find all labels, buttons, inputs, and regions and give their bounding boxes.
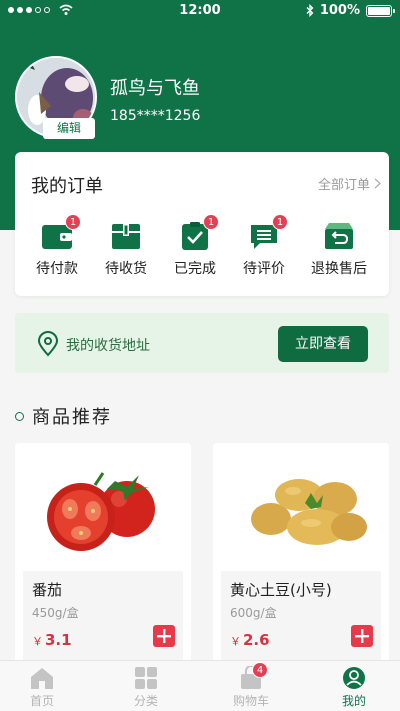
potato-image: [213, 443, 389, 571]
username: 孤鸟与飞鱼: [110, 78, 200, 99]
recommend-header: 商品推荐: [15, 403, 112, 429]
order-label: 待评价: [243, 261, 285, 277]
tab-label: 我的: [341, 694, 366, 708]
badge-pending-payment: 1: [65, 214, 81, 230]
chevron-right-icon: [374, 178, 381, 189]
product-weight: 600g/盒: [230, 606, 277, 620]
phone-number: 185****1256: [110, 108, 201, 124]
user-icon: [343, 667, 365, 689]
tomato-image: [15, 443, 191, 571]
product-weight: 450g/盒: [32, 606, 79, 620]
return-box-icon: [325, 223, 353, 249]
circle-bullet-icon: [15, 411, 24, 421]
status-bar: 12:00 100%: [0, 0, 400, 22]
add-to-cart-button[interactable]: [351, 625, 373, 647]
order-label: 待收货: [105, 261, 147, 277]
bottom-tab-bar: 首页 分类 4 购物车 我的: [0, 660, 400, 711]
product-card-tomato[interactable]: 番茄 450g/盒 ￥ 3.1: [15, 443, 191, 663]
tab-label: 首页: [29, 694, 54, 708]
product-card-potato[interactable]: 黄心土豆(小号) 600g/盒 ￥ 2.6: [213, 443, 389, 663]
all-orders-link[interactable]: 全部订单: [318, 174, 381, 193]
currency-symbol: ￥: [230, 635, 241, 648]
battery-percent: 100%: [319, 3, 360, 18]
bluetooth-icon: [306, 4, 314, 17]
address-banner: 我的收货地址 立即查看: [15, 313, 389, 373]
plus-icon: [355, 629, 369, 643]
price-value: 3.1: [45, 631, 72, 649]
address-label: 我的收货地址: [66, 338, 150, 354]
order-pending-receipt[interactable]: 待收货: [92, 222, 160, 278]
product-name: 黄心土豆(小号): [230, 581, 332, 599]
all-orders-label: 全部订单: [317, 178, 370, 193]
product-name: 番茄: [32, 581, 63, 599]
location-pin-icon: [37, 331, 59, 357]
edit-profile-button[interactable]: 编辑: [43, 118, 95, 139]
order-pending-review[interactable]: 1 待评价: [230, 214, 298, 278]
product-info: 黄心土豆(小号) 600g/盒 ￥ 2.6: [221, 571, 381, 663]
price-value: 2.6: [243, 631, 270, 649]
product-price: ￥ 3.1: [32, 631, 72, 649]
plus-icon: [157, 629, 171, 643]
order-completed[interactable]: 1 已完成: [161, 214, 229, 278]
badge-pending-review: 1: [272, 214, 288, 230]
tab-home[interactable]: 首页: [0, 666, 92, 709]
recommend-title: 商品推荐: [32, 407, 112, 428]
home-icon: [31, 668, 53, 689]
tab-mine[interactable]: 我的: [304, 666, 400, 709]
package-icon: [112, 224, 140, 249]
tab-category[interactable]: 分类: [96, 666, 196, 709]
add-to-cart-button[interactable]: [153, 625, 175, 647]
order-pending-payment[interactable]: 1 待付款: [23, 214, 91, 278]
badge-completed: 1: [203, 214, 219, 230]
currency-symbol: ￥: [32, 635, 43, 648]
order-label: 待付款: [36, 261, 78, 277]
tab-cart[interactable]: 4 购物车: [201, 662, 301, 709]
battery-icon: [366, 4, 395, 17]
product-info: 番茄 450g/盒 ￥ 3.1: [23, 571, 183, 663]
tab-label: 分类: [133, 694, 158, 708]
order-label: 已完成: [174, 261, 216, 277]
view-address-button[interactable]: 立即查看: [278, 326, 368, 362]
cart-badge: 4: [252, 662, 268, 678]
my-orders-card: 我的订单 全部订单 1 待付款 待收货 1 已完成 1 待评价 退换售后: [15, 152, 389, 296]
order-label: 退换售后: [311, 261, 367, 277]
order-returns[interactable]: 退换售后: [305, 222, 373, 278]
product-price: ￥ 2.6: [230, 631, 270, 649]
tab-label: 购物车: [232, 694, 269, 708]
orders-title: 我的订单: [31, 176, 103, 197]
grid-icon: [135, 667, 157, 689]
